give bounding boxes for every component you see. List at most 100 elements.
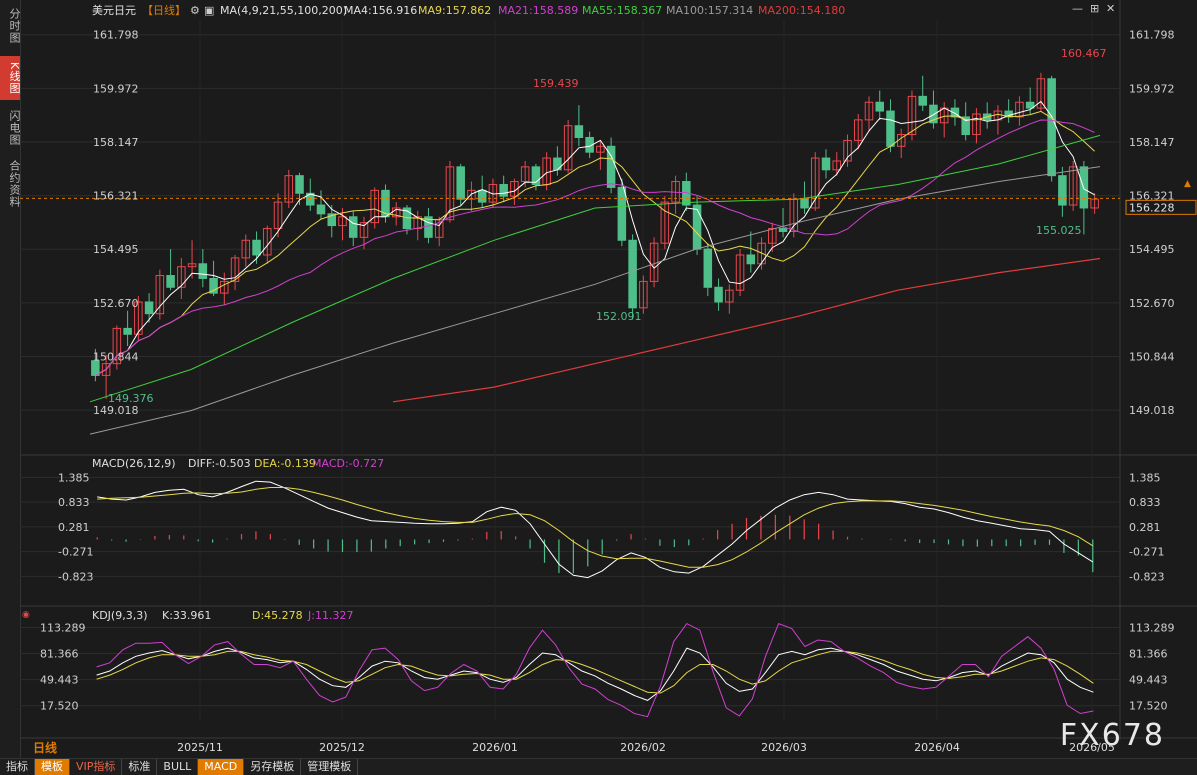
x-tick-label: 2025/12 bbox=[319, 741, 365, 754]
candle-body bbox=[348, 216, 358, 238]
price-y-label-left: 159.972 bbox=[93, 82, 139, 95]
price-y-label-left: 149.018 bbox=[93, 404, 139, 417]
x-tick-label: 2026/04 bbox=[914, 741, 960, 754]
macd-legend-item: DEA:-0.139 bbox=[254, 457, 316, 470]
x-tick-label: 2026/03 bbox=[761, 741, 807, 754]
price-y-label-right: 150.844 bbox=[1129, 350, 1175, 363]
macd-y-label-left: 1.385 bbox=[58, 471, 90, 484]
kdj-y-label-left: 17.520 bbox=[40, 700, 79, 713]
price-y-label-right: 159.972 bbox=[1129, 82, 1175, 95]
kdj-legend-item: J:11.327 bbox=[307, 609, 353, 622]
ma21-line bbox=[95, 119, 1095, 376]
bottom-tab-2[interactable]: VIP指标 bbox=[70, 759, 123, 775]
candle-body bbox=[918, 95, 927, 106]
settings-icon: ⊞ bbox=[1090, 2, 1099, 15]
candle-body bbox=[778, 228, 788, 232]
price-y-label-right: 161.798 bbox=[1129, 29, 1175, 42]
kdj-legend-item: KDJ(9,3,3) bbox=[92, 609, 148, 622]
bottom-tab-6[interactable]: 另存模板 bbox=[244, 759, 302, 775]
candle-body bbox=[499, 183, 508, 197]
bottom-toolbar: 指标 模板 VIP指标 标准 BULL MACD 另存模板 管理模板 bbox=[0, 758, 1197, 775]
ma-legend-item: MA4:156.916 bbox=[344, 4, 417, 17]
candle-body bbox=[123, 327, 132, 335]
candle-body bbox=[574, 125, 584, 138]
candle-body bbox=[692, 204, 702, 250]
candle-body bbox=[875, 101, 884, 112]
symbol-title: 美元日元 bbox=[92, 4, 136, 17]
macd-legend-item: MACD:-0.727 bbox=[312, 457, 384, 470]
bottom-tab-1[interactable]: 模板 bbox=[35, 759, 70, 775]
minus-icon: — bbox=[1072, 2, 1083, 15]
kdj-k-line bbox=[96, 647, 1094, 701]
candle-body bbox=[456, 166, 465, 200]
candle-body bbox=[703, 248, 713, 288]
price-y-label-left: 158.147 bbox=[93, 136, 139, 149]
bottom-tab-7[interactable]: 管理模板 bbox=[301, 759, 359, 775]
candle-body bbox=[628, 239, 637, 309]
kdj-legend-item: D:45.278 bbox=[252, 609, 303, 622]
bottom-tab-4[interactable]: BULL bbox=[157, 759, 199, 775]
macd-y-label-right: 1.385 bbox=[1129, 471, 1161, 484]
bottom-tab-5[interactable]: MACD bbox=[198, 759, 245, 775]
macd-y-label-right: 0.281 bbox=[1129, 521, 1161, 534]
macd-y-label-right: 0.833 bbox=[1129, 496, 1161, 509]
candle-body bbox=[800, 198, 809, 209]
close-icon: ✕ bbox=[1106, 2, 1115, 15]
candle-body bbox=[886, 110, 895, 147]
extreme-low-label: 149.376 bbox=[108, 392, 154, 405]
candle-body bbox=[316, 204, 326, 215]
price-y-label-left: 152.670 bbox=[93, 297, 139, 310]
ma55-line bbox=[89, 134, 1101, 403]
ma-legend-item: MA200:154.180 bbox=[758, 4, 845, 17]
x-tick-label: 2026/02 bbox=[620, 741, 666, 754]
chart-canvas: 161.798 161.798 159.972 159.972 158.147 158.1… bbox=[20, 0, 1197, 754]
price-marker-icon: ▲ bbox=[1184, 179, 1191, 189]
price-y-label-right: 149.018 bbox=[1129, 404, 1175, 417]
kdj-y-label-left: 49.443 bbox=[40, 674, 79, 687]
last-price-label: 156.228 bbox=[1129, 201, 1175, 214]
x-tick-label: 2025/11 bbox=[177, 741, 223, 754]
candle-body bbox=[821, 157, 831, 171]
gear-icon: ⚙ bbox=[190, 4, 200, 17]
candle-body bbox=[166, 275, 175, 288]
x-tick-label: 2026/01 bbox=[472, 741, 518, 754]
candle-body bbox=[714, 286, 723, 303]
macd-y-label-left: 0.281 bbox=[58, 521, 90, 534]
extreme-high-label: 160.467 bbox=[1061, 47, 1107, 60]
candle-body bbox=[746, 254, 756, 265]
macd-y-label-left: -0.271 bbox=[58, 546, 93, 559]
compare-icon: ▣ bbox=[204, 4, 214, 17]
candle-body bbox=[295, 175, 304, 194]
period-tag: 【日线】 bbox=[142, 3, 186, 17]
bottom-tab-3[interactable]: 标准 bbox=[122, 759, 158, 775]
ma-legend-item: MA100:157.314 bbox=[666, 4, 753, 17]
macd-y-label-right: -0.823 bbox=[1129, 570, 1164, 583]
bottom-tab-0[interactable]: 指标 bbox=[0, 759, 35, 775]
kdj-y-label-left: 81.366 bbox=[40, 648, 79, 661]
ma4-line bbox=[95, 100, 1095, 376]
ma100-line bbox=[89, 166, 1101, 435]
watermark: FX678 bbox=[1059, 718, 1165, 753]
kdj-y-label-right: 81.366 bbox=[1129, 648, 1168, 661]
ma-legend-item: MA55:158.367 bbox=[582, 4, 662, 17]
candle-body bbox=[477, 189, 487, 203]
kdj-y-label-right: 17.520 bbox=[1129, 700, 1168, 713]
kdj-y-label-right: 113.289 bbox=[1129, 621, 1175, 634]
price-y-label-left: 154.495 bbox=[93, 243, 139, 256]
macd-y-label-left: -0.823 bbox=[58, 570, 93, 583]
extreme-low-label: 152.091 bbox=[596, 310, 642, 323]
macd-legend-item: MACD(26,12,9) bbox=[92, 457, 176, 470]
candle-body bbox=[198, 263, 208, 279]
extreme-low-label: 155.025 bbox=[1036, 224, 1082, 237]
price-y-label-left: 156.321 bbox=[93, 190, 139, 203]
candle-body bbox=[553, 157, 562, 171]
diff-line bbox=[97, 480, 1094, 579]
period-label[interactable]: 日线 bbox=[33, 739, 57, 756]
candle-body bbox=[1058, 175, 1067, 206]
ma-legend-item: MA9:157.862 bbox=[418, 4, 491, 17]
price-y-label-left: 161.798 bbox=[93, 29, 139, 42]
ma-legend-item: MA(4,9,21,55,100,200) bbox=[220, 4, 347, 17]
kdj-y-label-left: 113.289 bbox=[40, 621, 86, 634]
macd-y-label-left: 0.833 bbox=[58, 496, 90, 509]
extreme-high-label: 159.439 bbox=[533, 77, 579, 90]
